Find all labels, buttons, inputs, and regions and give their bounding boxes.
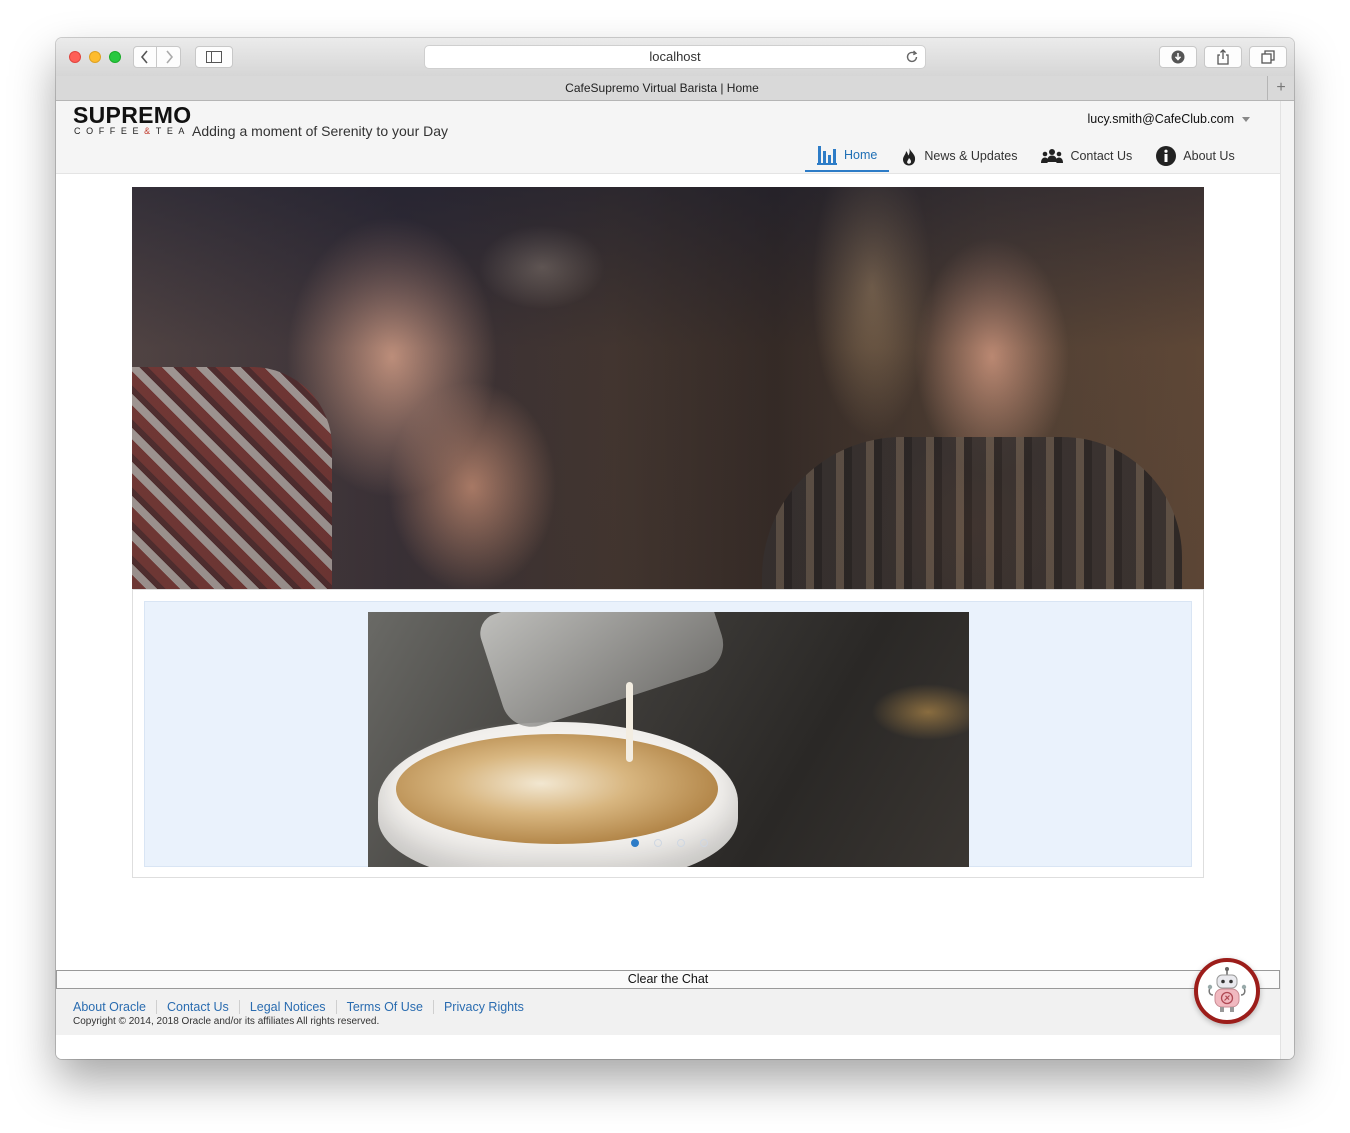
carousel-container [132,589,1204,878]
sidebar-toggle-button[interactable] [195,46,233,68]
logo-subtitle: COFFEE&TEA [74,126,190,136]
url-text: localhost [649,49,701,64]
nav-item-contact[interactable]: Contact Us [1029,140,1144,172]
main-nav: Home News & Updates Contact Us About Us [805,140,1247,172]
forward-button[interactable] [157,46,181,68]
nav-item-home[interactable]: Home [805,140,890,172]
copyright-text: Copyright © 2014, 2018 Oracle and/or its… [73,1016,380,1027]
user-menu[interactable]: lucy.smith@CafeClub.com [1087,112,1250,126]
logo-sub-coffee: COFFEE [74,126,145,136]
nav-label-home: Home [844,148,878,162]
carousel-dot-1[interactable] [630,839,639,847]
footer-link-privacy-rights[interactable]: Privacy Rights [432,1000,534,1014]
caret-down-icon [1242,116,1250,122]
carousel-dot-2[interactable] [653,839,662,847]
latte-art [396,734,718,844]
image-carousel[interactable] [144,601,1192,867]
tabs-icon [1261,50,1275,64]
browser-toolbar: localhost [56,38,1294,77]
bar-chart-icon [817,146,837,165]
people-icon [1041,149,1064,163]
carousel-dot-4[interactable] [699,839,708,847]
page: SUPREMO COFFEE&TEA Adding a moment of Se… [56,101,1280,1059]
site-header: SUPREMO COFFEE&TEA Adding a moment of Se… [56,101,1280,174]
milk-stream [626,682,633,762]
active-tab[interactable]: CafeSupremo Virtual Barista | Home [56,76,1268,100]
footer-link-contact-us[interactable]: Contact Us [155,1000,239,1014]
minimize-window-button[interactable] [89,51,101,63]
download-icon [1171,50,1185,64]
share-button[interactable] [1204,46,1242,68]
tab-bar: CafeSupremo Virtual Barista | Home + [56,76,1294,101]
reload-icon[interactable] [905,50,919,64]
clear-chat-button[interactable]: Clear the Chat [56,970,1280,989]
downloads-button[interactable] [1159,46,1197,68]
zoom-window-button[interactable] [109,51,121,63]
footer-links: About Oracle Contact Us Legal Notices Te… [73,1000,534,1014]
logo-sub-amp: & [144,126,156,136]
carousel-slide-latte[interactable] [368,612,969,867]
chevron-left-icon [140,50,148,64]
info-icon [1156,146,1177,166]
browser-window: localhost CafeSupremo Virtual Barista | … [56,38,1294,1059]
user-email: lucy.smith@CafeClub.com [1087,112,1234,126]
carousel-pagination [145,839,1193,853]
footer-link-about-oracle[interactable]: About Oracle [73,1000,156,1014]
logo-sub-tea: TEA [155,126,191,136]
share-icon [1217,49,1229,65]
logo-wordmark[interactable]: SUPREMO [73,102,191,129]
page-scroll-gutter[interactable] [1280,101,1294,1059]
tabs-overview-button[interactable] [1249,46,1287,68]
milk-pitcher [475,612,731,735]
robot-icon [1207,967,1247,1012]
site-tagline: Adding a moment of Serenity to your Day [192,123,449,139]
address-bar[interactable]: localhost [424,45,926,69]
hero-image [132,187,1204,589]
chevron-right-icon [165,50,173,64]
nav-label-news: News & Updates [924,149,1018,163]
nav-item-news[interactable]: News & Updates [889,140,1029,172]
hero-overlay [132,187,1204,589]
fire-icon [903,147,916,166]
nav-item-about[interactable]: About Us [1144,140,1246,172]
back-button[interactable] [133,46,157,68]
close-window-button[interactable] [69,51,81,63]
chatbot-launcher-button[interactable] [1194,958,1260,1024]
sidebar-icon [206,51,222,63]
carousel-dot-3[interactable] [676,839,685,847]
footer-link-terms-of-use[interactable]: Terms Of Use [335,1000,433,1014]
footer-link-legal-notices[interactable]: Legal Notices [238,1000,336,1014]
nav-label-contact: Contact Us [1070,149,1133,163]
nav-label-about: About Us [1183,149,1235,163]
new-tab-button[interactable]: + [1267,76,1294,100]
site-footer: About Oracle Contact Us Legal Notices Te… [56,989,1280,1035]
